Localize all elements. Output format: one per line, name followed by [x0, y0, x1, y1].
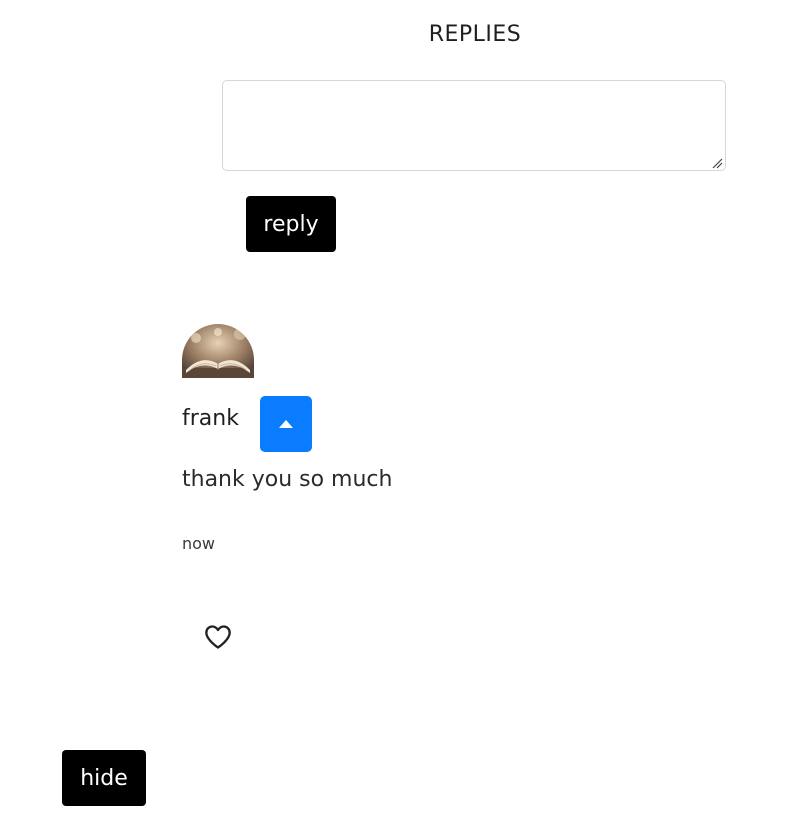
heart-outline-icon	[205, 625, 231, 649]
caret-up-icon	[279, 420, 293, 428]
comment-text: thank you so much	[182, 467, 393, 492]
comment-timestamp: now	[182, 534, 216, 553]
collapse-toggle-button[interactable]	[260, 396, 312, 452]
comment-author: frank	[182, 406, 239, 431]
like-button[interactable]	[204, 624, 232, 650]
reply-button[interactable]: reply	[246, 196, 336, 252]
hide-button[interactable]: hide	[62, 750, 146, 806]
open-book-photo	[182, 324, 254, 378]
reply-input[interactable]	[222, 80, 726, 171]
avatar	[182, 324, 254, 378]
replies-title: REPLIES	[428, 22, 522, 47]
resize-grip-icon[interactable]	[711, 157, 723, 169]
